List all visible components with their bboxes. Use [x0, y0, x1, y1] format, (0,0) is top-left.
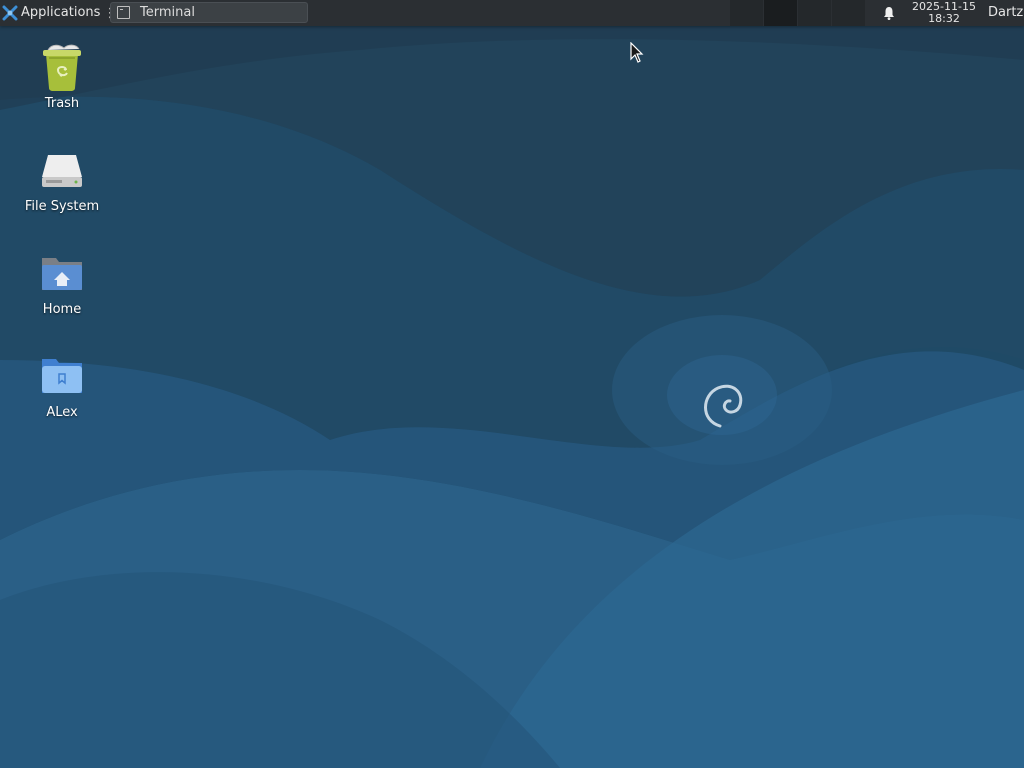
xfce-logo-icon: [2, 5, 18, 21]
desktop[interactable]: Applications ⋮ Terminal 2025-11-15 18:32…: [0, 0, 1024, 768]
desktop-icon-home[interactable]: Home: [12, 250, 112, 317]
desktop-icon-label: Home: [42, 302, 82, 317]
trash-icon: [43, 44, 81, 91]
home-folder-icon: [42, 258, 82, 290]
taskbar-terminal-button[interactable]: Terminal: [110, 2, 308, 23]
top-panel: Applications ⋮ Terminal 2025-11-15 18:32…: [0, 0, 1024, 26]
desktop-icon-trash[interactable]: Trash: [12, 42, 112, 111]
wallpaper: [0, 0, 1024, 768]
folder-icon: [42, 359, 82, 393]
mouse-cursor-icon: [630, 42, 644, 63]
drive-icon: [42, 155, 82, 187]
workspace-3-button[interactable]: [798, 0, 831, 26]
applications-menu-button[interactable]: Applications ⋮: [0, 0, 120, 26]
desktop-icon-alex[interactable]: ALex: [12, 353, 112, 420]
applications-label: Applications: [21, 5, 101, 20]
user-menu-button[interactable]: Dartz: [988, 0, 1023, 26]
taskbar-terminal-label: Terminal: [140, 5, 195, 20]
desktop-icon-file-system[interactable]: File System: [12, 147, 112, 214]
notification-bell-icon[interactable]: [881, 5, 897, 21]
terminal-icon: [117, 6, 130, 19]
workspace-1-button[interactable]: [730, 0, 763, 26]
desktop-icon-label: File System: [24, 199, 100, 214]
desktop-icon-label: Trash: [44, 96, 80, 111]
workspace-4-button[interactable]: [832, 0, 865, 26]
desktop-icon-label: ALex: [46, 405, 78, 420]
workspace-2-button[interactable]: [764, 0, 797, 26]
clock-time: 18:32: [928, 12, 960, 25]
clock[interactable]: 2025-11-15 18:32: [908, 1, 980, 25]
